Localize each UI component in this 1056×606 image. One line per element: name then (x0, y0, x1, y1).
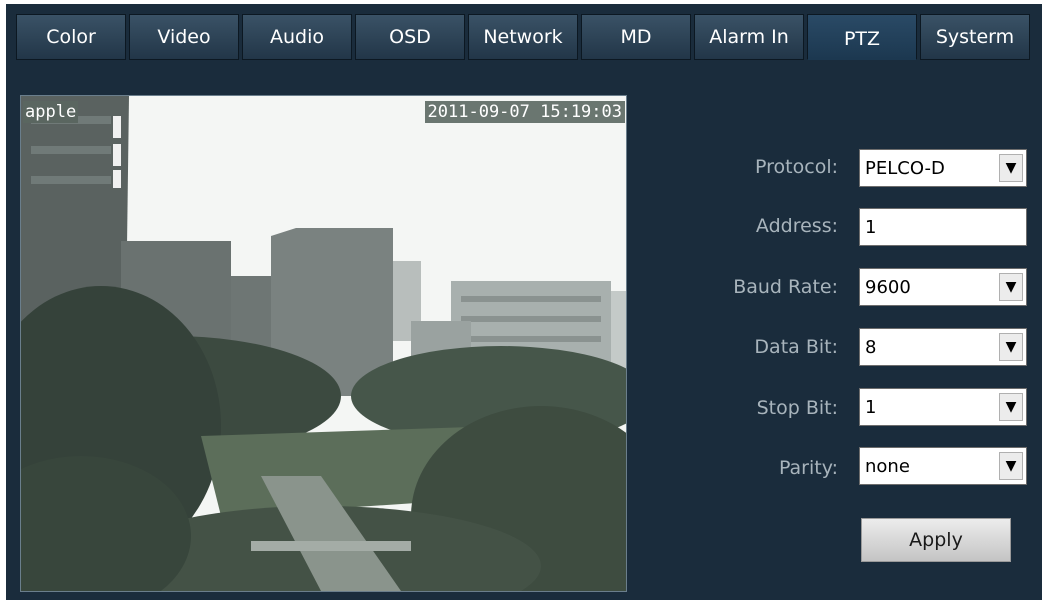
data-bit-value: 8 (865, 336, 877, 358)
tab-osd[interactable]: OSD (355, 14, 465, 60)
parity-value: none (865, 455, 910, 477)
baud-rate-value: 9600 (865, 276, 911, 298)
osd-camera-name: apple (23, 101, 79, 123)
data-bit-label: Data Bit: (754, 336, 838, 358)
stop-bit-select[interactable]: 1 ▼ (859, 388, 1027, 426)
dropdown-arrow-icon[interactable]: ▼ (999, 452, 1023, 480)
protocol-label: Protocol: (755, 156, 838, 178)
parity-label: Parity: (778, 457, 838, 479)
parity-select[interactable]: none ▼ (859, 447, 1027, 485)
osd-timestamp: 2011-09-07 15:19:03 (424, 101, 625, 123)
tab-video[interactable]: Video (129, 14, 239, 60)
tab-color[interactable]: Color (16, 14, 126, 60)
stop-bit-value: 1 (865, 396, 877, 418)
dropdown-arrow-icon[interactable]: ▼ (999, 333, 1023, 361)
stop-bit-label: Stop Bit: (756, 397, 838, 419)
address-label: Address: (755, 215, 838, 237)
tab-systerm[interactable]: Systerm (920, 14, 1030, 60)
settings-tab-bar: Color Video Audio OSD Network MD Alarm I… (16, 14, 1030, 60)
tab-md[interactable]: MD (581, 14, 691, 60)
dropdown-arrow-icon[interactable]: ▼ (999, 393, 1023, 421)
baud-rate-select[interactable]: 9600 ▼ (859, 268, 1027, 306)
ptz-settings-window: Color Video Audio OSD Network MD Alarm I… (6, 4, 1042, 600)
protocol-value: PELCO-D (865, 157, 945, 179)
tab-alarm-in[interactable]: Alarm In (694, 14, 804, 60)
tab-audio[interactable]: Audio (242, 14, 352, 60)
apply-button[interactable]: Apply (861, 518, 1011, 562)
camera-preview: apple 2011-09-07 15:19:03 (20, 95, 627, 592)
camera-scene-image (21, 96, 626, 591)
tab-ptz[interactable]: PTZ (807, 14, 917, 60)
address-value: 1 (865, 216, 877, 238)
dropdown-arrow-icon[interactable]: ▼ (999, 273, 1023, 301)
tab-network[interactable]: Network (468, 14, 578, 60)
data-bit-select[interactable]: 8 ▼ (859, 328, 1027, 366)
protocol-select[interactable]: PELCO-D ▼ (859, 149, 1027, 187)
dropdown-arrow-icon[interactable]: ▼ (999, 154, 1023, 182)
baud-rate-label: Baud Rate: (733, 276, 838, 298)
address-input[interactable]: 1 (859, 208, 1027, 246)
